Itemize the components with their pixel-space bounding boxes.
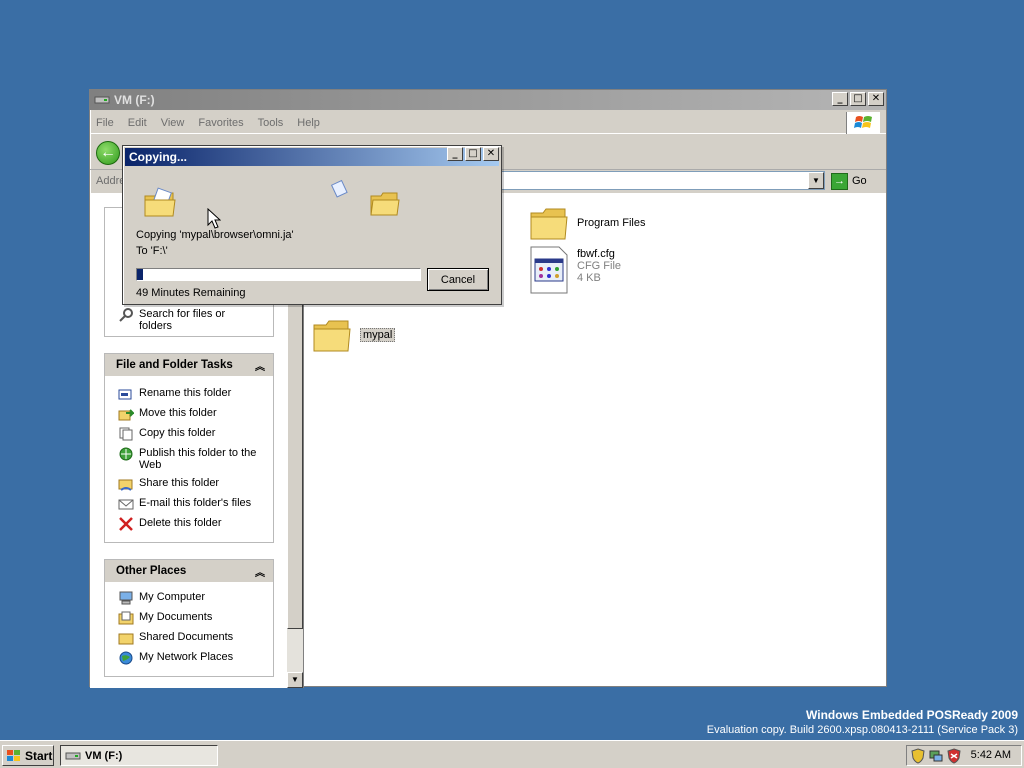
my-documents-icon [118,611,134,625]
menu-bar: File Edit View Favorites Tools Help [90,112,886,134]
windows-flag-icon [7,749,20,761]
file-item[interactable]: Program Files [529,205,645,243]
move-icon [118,409,134,421]
search-icon [119,308,133,322]
share-icon [118,479,133,491]
task-email-files[interactable]: E-mail this folder's files [105,494,273,514]
folder-icon [530,208,568,240]
tray-clock: 5:42 AM [970,749,1011,761]
task-publish-folder[interactable]: Publish this folder to the Web [105,444,273,474]
dialog-minimize-button[interactable]: _ [447,147,463,161]
menu-favorites[interactable]: Favorites [198,117,243,129]
explorer-titlebar[interactable]: VM (F:) _ □ ✕ [90,90,886,110]
other-places-header[interactable]: Other Places ︽ [105,560,273,582]
network-places-icon [119,651,133,665]
task-share-folder[interactable]: Share this folder [105,474,273,494]
file-folder-tasks-group: File and Folder Tasks ︽ Rename this fold… [104,353,274,543]
address-label: Addre [96,175,126,187]
task-move-folder[interactable]: Move this folder [105,404,273,424]
menu-file[interactable]: File [96,117,114,129]
copying-source-text: Copying 'mypal\browser\omni.ja' [136,229,294,241]
network-tray-icon[interactable] [928,748,944,764]
security-shield-icon[interactable] [911,747,925,764]
alert-shield-icon[interactable] [947,747,961,764]
dialog-titlebar[interactable]: Copying... _ □ ✕ [125,147,499,166]
file-name: Program Files [577,217,646,229]
build-watermark: Evaluation copy. Build 2600.xpsp.080413-… [706,724,1018,736]
source-folder-icon [144,187,176,217]
menu-view[interactable]: View [161,117,185,129]
back-button[interactable]: ← [96,141,120,165]
go-label: Go [852,175,867,187]
dialog-maximize-button[interactable]: □ [465,147,481,161]
folder-icon [313,320,351,352]
go-button[interactable]: → Go [829,171,879,191]
task-rename-folder[interactable]: Rename this folder [105,384,273,404]
system-tray: 5:42 AM [906,745,1022,766]
file-type: CFG File [577,260,621,272]
taskbar: Start VM (F:) 5:42 AM [0,740,1024,768]
email-icon [118,499,134,510]
close-button[interactable]: ✕ [868,92,884,106]
delete-icon [119,517,133,531]
dialog-title: Copying... [129,150,187,164]
file-folder-tasks-header[interactable]: File and Folder Tasks ︽ [105,354,273,376]
drive-icon [94,96,110,104]
task-delete-folder[interactable]: Delete this folder [105,514,273,534]
flying-paper-icon [330,179,348,198]
file-size: 4 KB [577,272,601,284]
copy-dialog: Copying... _ □ ✕ Copying 'mypal\browser\… [122,145,502,305]
time-remaining-text: 49 Minutes Remaining [136,287,246,299]
maximize-button[interactable]: □ [850,92,866,106]
copying-destination-text: To 'F:\' [136,245,168,257]
address-input[interactable]: ▼ [500,171,825,190]
destination-folder-icon [370,192,400,216]
windows-logo-icon [846,112,880,134]
file-item[interactable]: fbwf.cfg CFG File 4 KB [529,245,621,295]
copy-icon [119,427,133,441]
taskbar-item-label: VM (F:) [85,749,123,762]
place-my-documents[interactable]: My Documents [105,608,273,628]
file-item[interactable]: mypal [312,317,396,355]
place-network-places[interactable]: My Network Places [105,648,273,668]
menu-help[interactable]: Help [297,117,320,129]
mouse-cursor-icon [207,208,221,229]
collapse-chevron-icon[interactable]: ︽ [255,564,265,579]
cfg-file-icon [530,246,568,294]
file-name: mypal [360,328,396,342]
explorer-title: VM (F:) [114,93,155,107]
search-task[interactable]: Search for files or folders [105,305,273,335]
go-arrow-icon: → [831,172,848,190]
cancel-button[interactable]: Cancel [427,268,489,291]
start-button[interactable]: Start [2,745,54,766]
my-computer-icon [119,591,133,605]
os-edition-watermark: Windows Embedded POSReady 2009 [806,708,1018,722]
dialog-close-button[interactable]: ✕ [483,147,499,161]
other-places-group: Other Places ︽ My Computer My Documents … [104,559,274,677]
file-name: fbwf.cfg [577,248,615,260]
place-my-computer[interactable]: My Computer [105,588,273,608]
collapse-chevron-icon[interactable]: ︽ [255,358,265,373]
minimize-button[interactable]: _ [832,92,848,106]
start-label: Start [25,748,53,763]
place-shared-documents[interactable]: Shared Documents [105,628,273,648]
copy-progress-bar [136,268,421,281]
rename-icon [118,389,132,400]
progress-fill [137,269,143,280]
shared-documents-icon [118,633,134,645]
task-copy-folder[interactable]: Copy this folder [105,424,273,444]
drive-icon [65,752,81,759]
menu-tools[interactable]: Tools [258,117,284,129]
taskbar-item-explorer[interactable]: VM (F:) [60,745,218,766]
menu-edit[interactable]: Edit [128,117,147,129]
scroll-down-arrow-icon[interactable]: ▼ [287,672,303,688]
address-dropdown-icon[interactable]: ▼ [808,172,824,189]
publish-icon [119,447,133,461]
